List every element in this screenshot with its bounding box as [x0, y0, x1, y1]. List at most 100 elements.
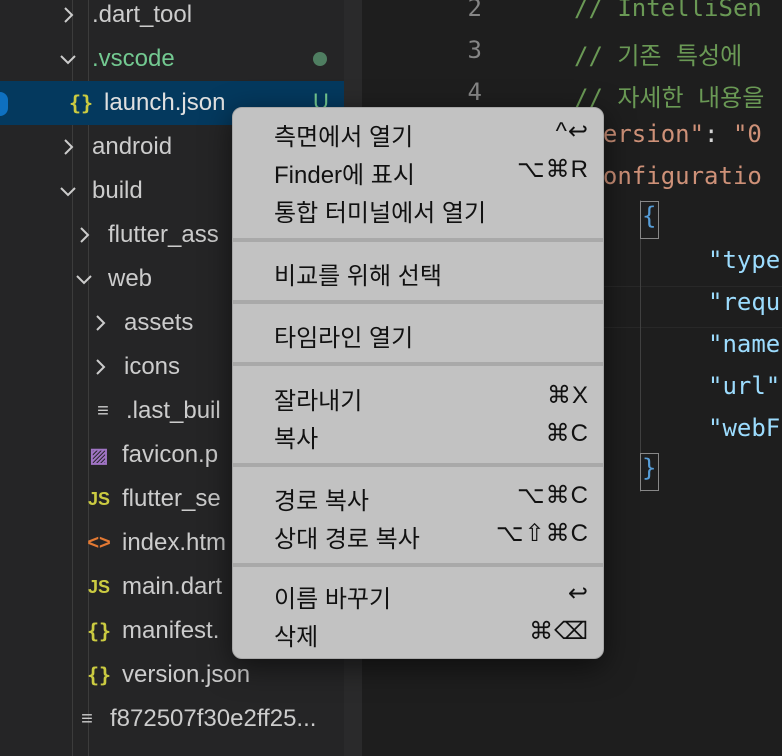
menu-item-label: 복사: [274, 426, 319, 453]
tree-item-label: favicon.p: [122, 441, 219, 468]
code-token: :: [704, 120, 733, 148]
tree-item-label: flutter_se: [122, 485, 221, 512]
code-line: "webF: [708, 414, 780, 442]
code-token: }: [642, 454, 657, 482]
menu-item-label: 측면에서 열기: [274, 124, 414, 151]
json-file-icon: {}: [86, 663, 112, 687]
menu-item-label: 이름 바꾸기: [274, 586, 392, 613]
tree-file-row[interactable]: ≡ f872507f30e2ff25...: [0, 697, 344, 741]
indent-guide: [640, 200, 641, 492]
menu-item[interactable]: 삭제 ⌘⌫: [233, 612, 603, 651]
menu-shortcut: ⌥⌘C: [517, 482, 589, 509]
html-file-icon: <>: [87, 531, 111, 554]
menu-item-label: Finder에 표시: [274, 162, 415, 189]
menu-shortcut: ⌥⇧⌘C: [495, 520, 589, 547]
chevron-right-icon: [90, 357, 110, 377]
tree-item-label: launch.json: [104, 89, 226, 116]
text-file-icon: ≡: [97, 399, 109, 422]
menu-item[interactable]: 잘라내기 ⌘X: [233, 376, 603, 415]
menu-separator: [233, 362, 603, 366]
line-number: 3: [467, 36, 482, 64]
code-line: "url": [708, 372, 780, 400]
menu-shortcut: ⌘C: [545, 420, 589, 447]
menu-shortcut: ^↩: [555, 118, 589, 145]
code-token: "0: [732, 120, 762, 148]
menu-item-label: 비교를 위해 선택: [274, 263, 442, 290]
menu-item[interactable]: Finder에 표시 ⌥⌘R: [233, 150, 603, 189]
tree-folder-row[interactable]: .vscode: [0, 37, 344, 81]
js-file-icon: JS: [87, 576, 111, 597]
code-token: "requ: [708, 288, 781, 316]
tree-item-label: assets: [124, 309, 194, 336]
chevron-right-icon: [74, 225, 94, 245]
code-token: "name: [708, 330, 781, 358]
tree-item-label: f872507f30e2ff25...: [110, 705, 317, 732]
code-line: // 자세한 내용을: [574, 78, 764, 113]
tree-item-label: build: [92, 177, 143, 204]
code-token: "type: [708, 246, 781, 274]
code-line: "name: [708, 330, 780, 358]
code-line: }: [642, 454, 656, 482]
menu-item-label: 타임라인 열기: [274, 325, 414, 352]
tree-item-label: android: [92, 133, 173, 160]
tree-item-label: .dart_tool: [92, 1, 193, 28]
menu-item-label: 통합 터미널에서 열기: [274, 200, 487, 227]
menu-shortcut: ⌥⌘R: [517, 156, 589, 183]
menu-item[interactable]: 이름 바꾸기 ↩: [233, 574, 603, 613]
code-token: "webF: [708, 414, 781, 442]
code-line: "requ: [708, 288, 780, 316]
code-token: {: [642, 202, 657, 230]
code-token: // 자세한 내용을: [574, 84, 765, 112]
chevron-down-icon: [58, 181, 78, 201]
menu-item[interactable]: 측면에서 열기 ^↩: [233, 112, 603, 151]
modified-dot-icon: [313, 52, 327, 66]
menu-shortcut: ⌘⌫: [529, 618, 589, 645]
menu-item-label: 상대 경로 복사: [274, 526, 420, 553]
code-line: "type: [708, 246, 780, 274]
menu-separator: [233, 238, 603, 242]
code-line: // IntelliSen: [574, 0, 762, 22]
menu-item[interactable]: 상대 경로 복사 ⌥⇧⌘C: [233, 514, 603, 553]
code-line: {: [642, 202, 656, 230]
tree-item-label: main.dart: [122, 573, 223, 600]
code-token: "url": [708, 372, 781, 400]
tree-item-label: manifest.: [122, 617, 220, 644]
text-file-icon: ≡: [81, 707, 93, 730]
chevron-down-icon: [74, 269, 94, 289]
menu-item[interactable]: 복사 ⌘C: [233, 414, 603, 453]
tree-item-label: .last_buil: [126, 397, 221, 424]
context-menu: 측면에서 열기 ^↩ Finder에 표시 ⌥⌘R 통합 터미널에서 열기비교를 위해 …: [232, 107, 604, 659]
line-number: 4: [467, 78, 482, 106]
code-line: // 기존 특성에: [574, 36, 742, 71]
chevron-down-icon: [58, 49, 78, 69]
chevron-right-icon: [90, 313, 110, 333]
menu-item-label: 경로 복사: [274, 488, 369, 515]
menu-item[interactable]: 타임라인 열기: [233, 313, 603, 352]
tree-item-label: index.htm: [122, 529, 227, 556]
menu-item[interactable]: 비교를 위해 선택: [233, 251, 603, 290]
js-file-icon: JS: [87, 488, 111, 509]
menu-item-label: 잘라내기: [274, 388, 363, 415]
tree-item-label: web: [108, 265, 153, 292]
menu-item[interactable]: 통합 터미널에서 열기: [233, 188, 603, 227]
tree-item-label: version.json: [122, 661, 251, 688]
tree-item-label: .vscode: [92, 45, 175, 72]
menu-separator: [233, 463, 603, 467]
chevron-right-icon: [58, 137, 78, 157]
line-number: 2: [467, 0, 482, 22]
menu-shortcut: ↩: [567, 580, 589, 607]
tree-folder-row[interactable]: .dart_tool: [0, 0, 344, 37]
code-token: // IntelliSen: [574, 0, 762, 22]
menu-item[interactable]: 경로 복사 ⌥⌘C: [233, 476, 603, 515]
chevron-right-icon: [58, 5, 78, 25]
menu-shortcut: ⌘X: [546, 382, 589, 409]
image-file-icon: ▨: [89, 444, 109, 467]
code-token: // 기존 특성에: [574, 42, 743, 70]
menu-item-label: 삭제: [274, 624, 319, 651]
json-file-icon: {}: [86, 619, 112, 643]
menu-separator: [233, 300, 603, 304]
tree-item-label: flutter_ass: [108, 221, 219, 248]
tree-file-row[interactable]: {} version.json: [0, 653, 344, 697]
tree-item-label: icons: [124, 353, 181, 380]
menu-separator: [233, 563, 603, 567]
